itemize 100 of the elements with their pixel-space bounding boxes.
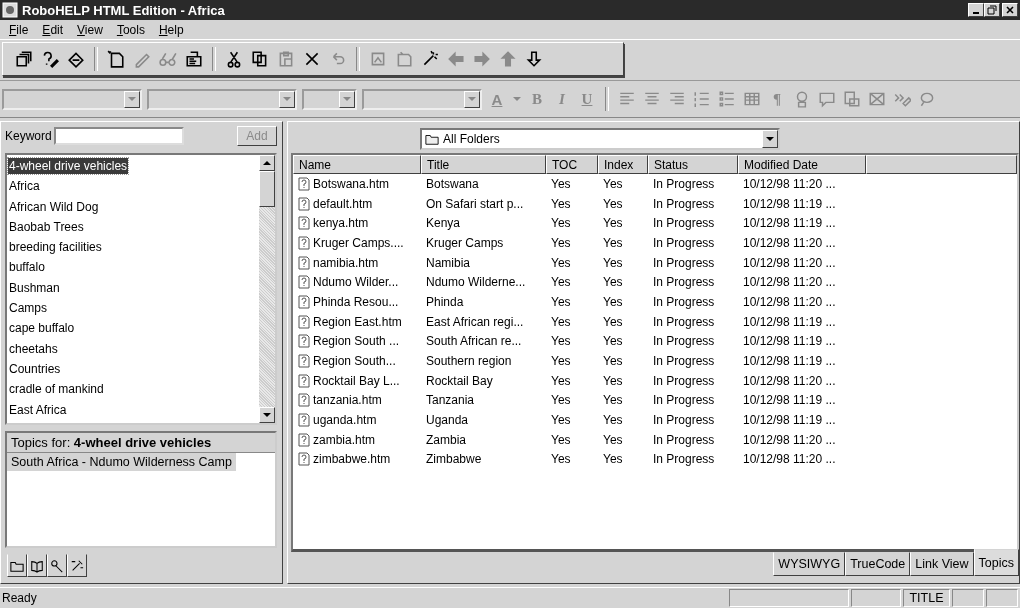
caret-icon xyxy=(128,97,136,101)
caret-icon xyxy=(468,97,476,101)
help-file-icon xyxy=(298,413,310,428)
restore-button[interactable] xyxy=(984,3,1000,17)
table-cell: Yes xyxy=(603,294,623,309)
right-arrow-icon xyxy=(473,50,491,68)
help-file-icon xyxy=(298,373,310,388)
keyword-item[interactable]: cheetahs xyxy=(8,340,59,357)
scrollbar[interactable] xyxy=(259,155,275,423)
column-header[interactable]: Name xyxy=(293,155,421,174)
table-cell: 10/12/98 11:20 ... xyxy=(743,452,836,467)
topics-heading: Topics for: 4-wheel drive vehicles xyxy=(7,433,275,453)
table-cell: 10/12/98 11:20 ... xyxy=(743,235,836,250)
keyword-label: Keyword xyxy=(5,129,52,143)
table-cell: 10/12/98 11:19 ... xyxy=(743,413,836,428)
scissors-icon xyxy=(225,50,243,68)
panel-tab[interactable] xyxy=(47,554,67,577)
table-cell: In Progress xyxy=(653,334,715,349)
table-cell: 10/12/98 11:20 ... xyxy=(743,373,836,388)
keyword-field[interactable] xyxy=(53,127,184,145)
panel-tab[interactable] xyxy=(27,554,47,577)
keyword-item[interactable]: Bushman xyxy=(8,279,61,296)
table-cell: Yes xyxy=(551,452,571,467)
keyword-item[interactable]: buffalo xyxy=(8,259,46,276)
table-cell: Yes xyxy=(551,413,571,428)
table-cell: Yes xyxy=(551,235,571,250)
table-cell: Botswana xyxy=(426,176,479,191)
table-cell: Southern region xyxy=(426,354,512,369)
table-cell: In Progress xyxy=(653,452,715,467)
table-cell: East African regi... xyxy=(426,314,524,329)
toolbar-button[interactable] xyxy=(105,48,127,70)
table-cell: 10/12/98 11:20 ... xyxy=(743,432,836,447)
table-cell: Yes xyxy=(603,255,623,270)
keyword-item[interactable]: 4-wheel drive vehicles xyxy=(8,158,129,174)
restore-icon xyxy=(987,5,997,15)
close-button[interactable] xyxy=(1002,3,1018,17)
toolbar-button[interactable] xyxy=(13,48,35,70)
table-cell: In Progress xyxy=(653,235,715,250)
down-arrow-icon xyxy=(525,50,543,68)
view-tab[interactable]: WYSIWYG xyxy=(773,552,846,576)
folder-dropdown[interactable]: All Folders xyxy=(420,128,780,150)
keyword-item[interactable]: Camps xyxy=(8,300,48,317)
table-cell: 10/12/98 11:19 ... xyxy=(743,216,836,231)
table-cell: In Progress xyxy=(653,216,715,231)
keyword-item[interactable]: cradle of mankind xyxy=(8,381,105,398)
table-cell: 10/12/98 11:19 ... xyxy=(743,334,836,349)
column-header[interactable]: Modified Date xyxy=(738,155,866,174)
menu-item[interactable]: File xyxy=(2,22,36,37)
view-tab[interactable]: TrueCode xyxy=(845,552,911,576)
help-file-icon xyxy=(298,255,310,270)
properties-icon xyxy=(185,50,203,68)
table-cell: Yes xyxy=(603,176,623,191)
view-tab[interactable]: Topics xyxy=(973,549,1019,576)
table-cell: In Progress xyxy=(653,275,715,290)
copy-icon xyxy=(251,50,269,68)
status-indicator: TITLE xyxy=(903,589,950,607)
size-dropdown[interactable] xyxy=(302,88,357,110)
table-cell: Yes xyxy=(603,413,623,428)
keyword-item[interactable]: breeding facilities xyxy=(8,239,103,256)
format-dropdown[interactable] xyxy=(362,88,482,110)
table-cell: uganda.htm xyxy=(313,413,377,428)
minimize-button[interactable] xyxy=(968,3,984,17)
menu-item[interactable]: View xyxy=(70,22,110,37)
keyword-item[interactable]: cape buffalo xyxy=(8,320,76,337)
table-cell: Yes xyxy=(551,393,571,408)
column-header[interactable]: TOC xyxy=(546,155,598,174)
style-dropdown[interactable] xyxy=(2,88,142,110)
menu-item[interactable]: Edit xyxy=(35,22,71,37)
help-pen-icon xyxy=(41,50,59,68)
status-pane xyxy=(986,589,1018,607)
column-header[interactable]: Title xyxy=(421,155,546,174)
column-header[interactable]: Status xyxy=(648,155,738,174)
menu-item[interactable]: Help xyxy=(151,22,191,37)
panel-tab[interactable] xyxy=(67,554,87,577)
table-cell: In Progress xyxy=(653,393,715,408)
help-file-icon xyxy=(298,235,310,250)
status-text: Ready xyxy=(2,591,38,605)
help-file-icon xyxy=(298,314,310,329)
help-file-icon xyxy=(298,275,310,290)
scroll-thumb[interactable] xyxy=(259,171,275,207)
keyword-item[interactable]: Africa xyxy=(8,178,41,195)
table-cell: Phinda xyxy=(426,294,464,309)
table-cell: Yes xyxy=(551,176,571,191)
wand-icon xyxy=(421,50,439,68)
table-cell: Yes xyxy=(551,373,571,388)
topic-item[interactable]: South Africa - Ndumo Wilderness Camp xyxy=(7,453,236,471)
table-cell: 10/12/98 11:20 ... xyxy=(743,294,836,309)
toolbar-button[interactable] xyxy=(183,48,205,70)
column-header[interactable]: Index xyxy=(598,155,648,174)
font-dropdown[interactable] xyxy=(147,88,297,110)
keyword-item[interactable]: East Africa xyxy=(8,401,68,418)
view-tab[interactable]: Link View xyxy=(910,552,974,576)
panel-tab[interactable] xyxy=(7,554,27,577)
table-cell: Yes xyxy=(551,196,571,211)
keyword-item[interactable]: African Wild Dog xyxy=(8,198,100,215)
table-cell: Yes xyxy=(603,216,623,231)
table-cell: 10/12/98 11:19 ... xyxy=(743,354,836,369)
keyword-item[interactable]: Countries xyxy=(8,360,62,377)
keyword-item[interactable]: Baobab Trees xyxy=(8,218,85,235)
menu-item[interactable]: Tools xyxy=(109,22,152,37)
